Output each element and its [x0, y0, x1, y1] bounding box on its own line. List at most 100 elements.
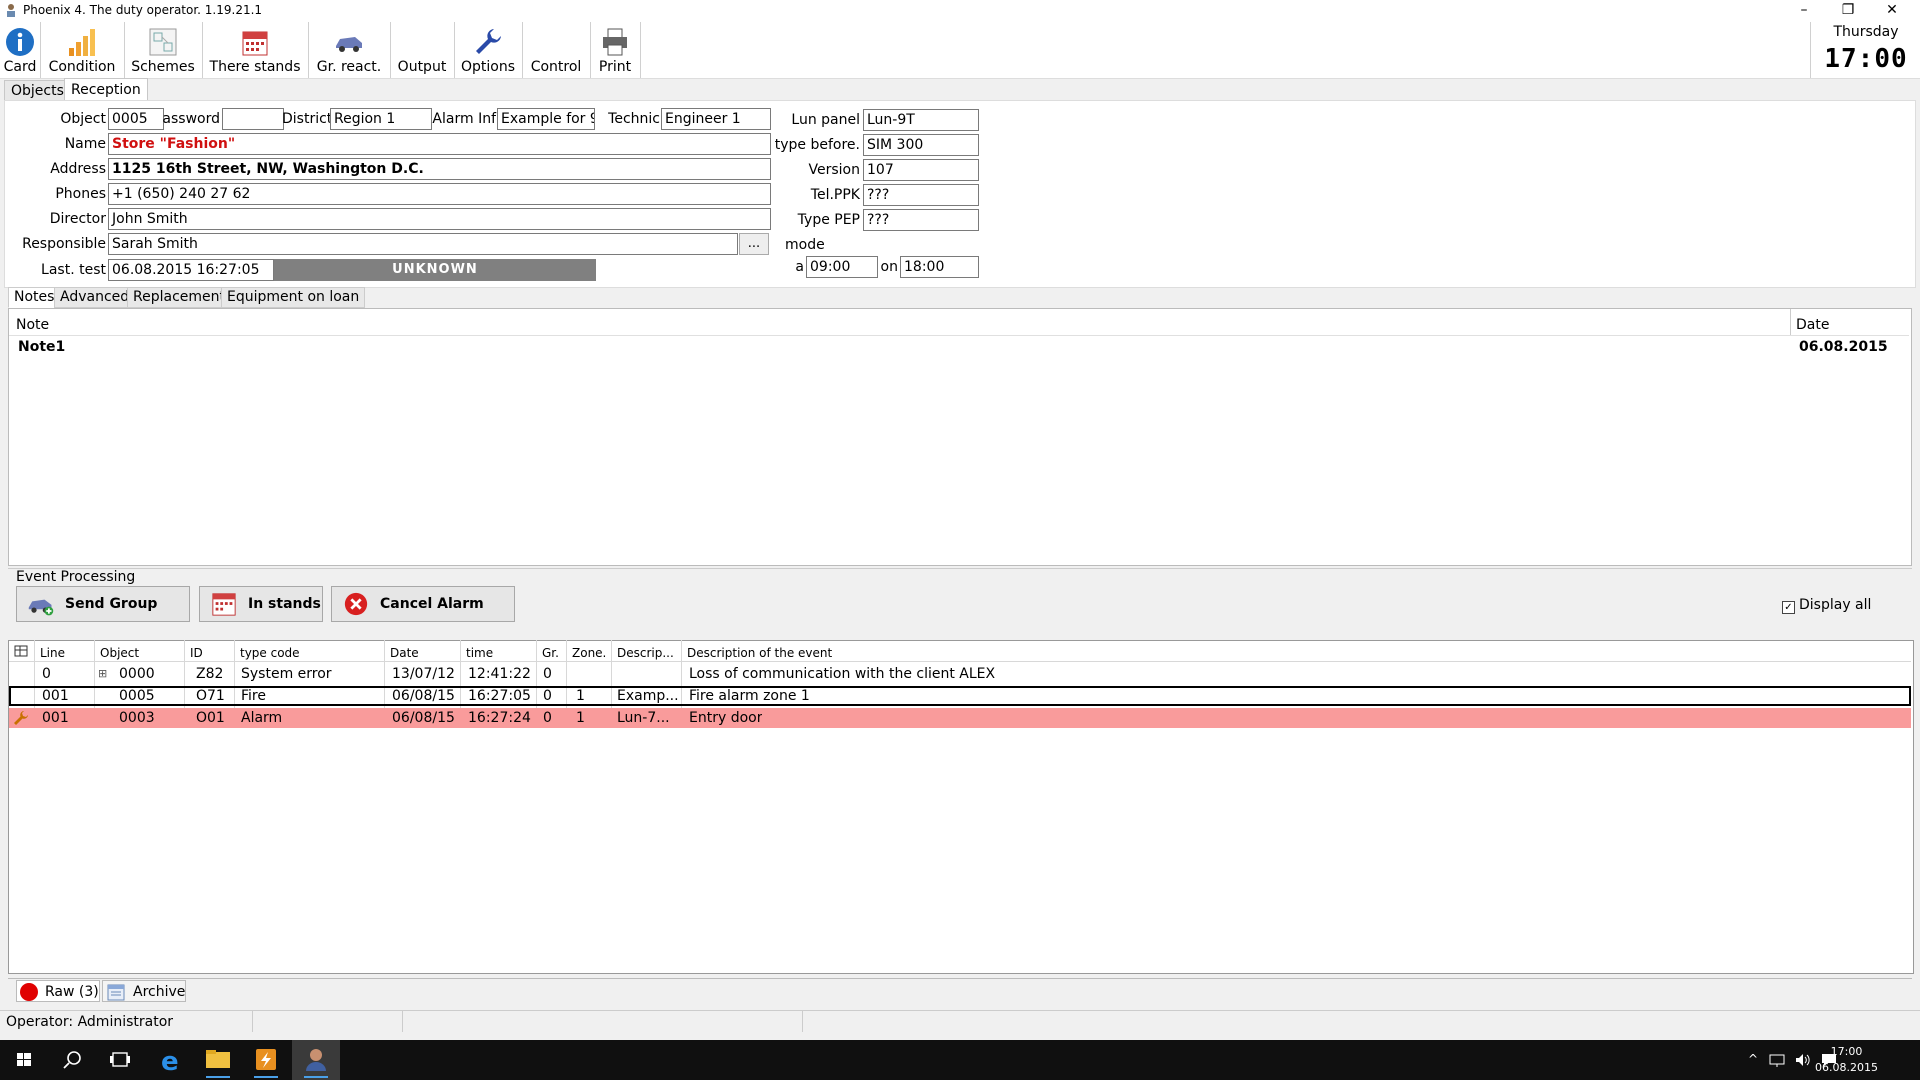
task-view-icon[interactable]	[96, 1040, 144, 1080]
display-all-label: Display all	[1799, 597, 1872, 613]
status-badge: UNKNOWN	[274, 259, 596, 281]
district-field[interactable]: Region 1	[330, 108, 432, 130]
technic-field[interactable]: Engineer 1	[661, 108, 771, 130]
district-label: District	[282, 111, 333, 127]
table-row-selected[interactable]: 001 0005 O71 Fire 06/08/15 16:27:05 0 1 …	[9, 686, 1911, 706]
close-button[interactable]: ✕	[1870, 0, 1914, 22]
phoenix-app-icon[interactable]	[242, 1040, 290, 1080]
display-all-checkbox[interactable]: ✓ Display all	[1782, 597, 1871, 614]
restore-button[interactable]: ❐	[1826, 0, 1870, 22]
cell-event: Loss of communication with the client AL…	[689, 666, 996, 682]
toolbar-schemes-button[interactable]: Schemes	[124, 22, 203, 78]
notes-row-date[interactable]: 06.08.2015	[1799, 339, 1888, 355]
col-header-object[interactable]: Object	[100, 645, 139, 661]
tab-raw[interactable]: Raw (3)	[16, 980, 100, 1002]
cell-event: Fire alarm zone 1	[689, 688, 810, 704]
toolbar-print-button[interactable]: Print	[590, 22, 641, 78]
notes-row-note[interactable]: Note1	[18, 339, 65, 355]
col-header-zone[interactable]: Zone.	[572, 645, 606, 661]
col-header-line[interactable]: Line	[40, 645, 65, 661]
col-header-date[interactable]: Date	[390, 645, 419, 661]
col-header-event-description[interactable]: Description of the event	[687, 645, 832, 661]
address-field[interactable]: 1125 16th Street, NW, Washington D.C.	[108, 158, 771, 180]
volume-icon[interactable]	[1794, 1052, 1812, 1068]
cell-object[interactable]: 0005	[119, 686, 155, 706]
minimize-button[interactable]: –	[1782, 0, 1826, 22]
cell-zone: 1	[576, 710, 585, 726]
col-header-descr[interactable]: Descrip...	[617, 645, 674, 661]
cell-object: 0003	[119, 710, 155, 726]
clock-time: 17:00	[1824, 44, 1908, 74]
cell-group: 0	[543, 666, 552, 682]
mode-label: mode	[785, 237, 825, 253]
file-explorer-icon[interactable]	[194, 1040, 242, 1080]
mode-to-field[interactable]: 18:00	[900, 256, 979, 278]
toolbar-gr-react-button[interactable]: Gr. react.	[308, 22, 391, 78]
col-header-group[interactable]: Gr.	[542, 645, 559, 661]
tab-advanced[interactable]: Advanced	[54, 287, 136, 308]
tray-expand-icon[interactable]: ^	[1748, 1052, 1758, 1066]
grid-settings-icon[interactable]	[14, 645, 28, 659]
cell-time: 12:41:22	[468, 666, 531, 682]
table-row-alarm[interactable]: 001 0003 O01 Alarm 06/08/15 16:27:24 0 1…	[9, 708, 1911, 728]
tab-objects[interactable]: Objects	[4, 80, 71, 102]
search-icon[interactable]	[48, 1040, 96, 1080]
table-row[interactable]: 0 ⊞ 0000 Z82 System error 13/07/12 12:41…	[9, 664, 1911, 684]
responsible-browse-button[interactable]: ...	[739, 233, 769, 255]
tab-archive[interactable]: Archive	[102, 980, 186, 1002]
clock-panel: Thursday 17:00	[1810, 22, 1920, 78]
tab-notes[interactable]: Notes	[8, 287, 61, 308]
last-test-field[interactable]: 06.08.2015 16:27:05	[108, 259, 274, 281]
toolbar-there-stands-button[interactable]: There stands	[202, 22, 309, 78]
address-label: Address	[50, 161, 106, 177]
toolbar-gr-react-label: Gr. react.	[316, 59, 382, 75]
windows-start-icon[interactable]	[0, 1040, 48, 1080]
network-icon[interactable]	[1768, 1052, 1786, 1068]
tray-clock[interactable]: 17:00 06.08.2015	[1815, 1044, 1878, 1076]
toolbar-control-button[interactable]: Control	[522, 22, 591, 78]
type-pep-field[interactable]: ???	[863, 209, 979, 231]
cell-object: 0000	[119, 666, 155, 682]
toolbar-there-stands-label: There stands	[209, 59, 301, 75]
object-field[interactable]: 0005	[108, 108, 164, 130]
send-group-button[interactable]: Send Group	[16, 586, 190, 622]
responsible-field[interactable]: Sarah Smith	[108, 233, 738, 255]
toolbar-card-button[interactable]: Card	[0, 22, 41, 78]
archive-icon	[107, 984, 125, 1001]
tab-reception[interactable]: Reception	[64, 78, 148, 102]
tab-replacement[interactable]: Replacement	[127, 287, 231, 308]
window-title: Phoenix 4. The duty operator. 1.19.21.1	[23, 3, 263, 17]
name-field[interactable]: Store "Fashion"	[108, 133, 771, 155]
cell-group: 0	[543, 688, 552, 704]
phones-field[interactable]: +1 (650) 240 27 62	[108, 183, 771, 205]
password-label: assword	[162, 111, 220, 127]
type-before-field[interactable]: SIM 300	[863, 134, 979, 156]
cell-type: System error	[241, 666, 332, 682]
edge-browser-icon[interactable]: e	[146, 1040, 194, 1080]
cell-event: Entry door	[689, 710, 763, 726]
toolbar-schemes-label: Schemes	[131, 59, 195, 75]
cancel-alarm-button[interactable]: Cancel Alarm	[331, 586, 515, 622]
expand-icon[interactable]: ⊞	[98, 664, 107, 684]
toolbar-output-button[interactable]: Output	[390, 22, 455, 78]
col-header-id[interactable]: ID	[190, 645, 203, 661]
mode-from-field[interactable]: 09:00	[806, 256, 878, 278]
tab-equipment-on-loan[interactable]: Equipment on loan	[221, 287, 366, 308]
tel-ppk-field[interactable]: ???	[863, 184, 979, 206]
status-divider	[402, 1010, 403, 1032]
in-stands-button[interactable]: In stands	[199, 586, 323, 622]
toolbar-condition-button[interactable]: Condition	[40, 22, 125, 78]
col-header-type-code[interactable]: type code	[240, 645, 300, 661]
lun-panel-field[interactable]: Lun-9T	[863, 109, 979, 131]
duty-operator-app-icon[interactable]	[292, 1040, 340, 1080]
password-field[interactable]	[222, 108, 284, 130]
col-header-time[interactable]: time	[466, 645, 493, 661]
version-field[interactable]: 107	[863, 159, 979, 181]
director-field[interactable]: John Smith	[108, 208, 771, 230]
tel-ppk-label: Tel.PPK	[810, 187, 860, 203]
cell-date: 06/08/15	[392, 710, 455, 726]
toolbar-options-button[interactable]: Options	[454, 22, 523, 78]
calendar-icon	[242, 31, 268, 56]
phones-label: Phones	[55, 186, 106, 202]
alarm-info-field[interactable]: Example for 9	[497, 108, 595, 130]
